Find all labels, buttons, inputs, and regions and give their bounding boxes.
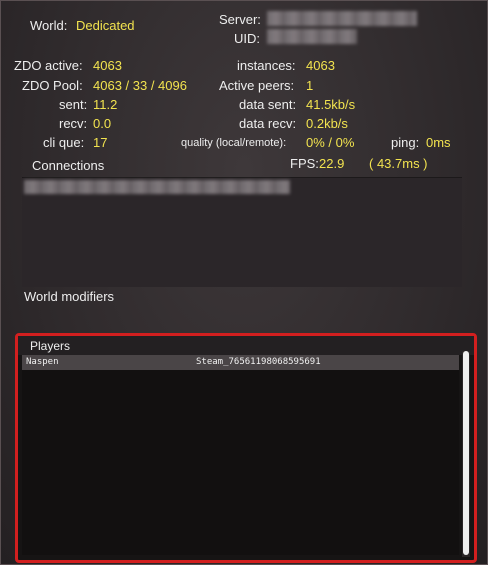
world-modifiers-title: World modifiers	[24, 289, 115, 304]
network-debug-panel: World: Dedicated Server: UID: ZDO active…	[0, 0, 488, 565]
zdo-active-label: ZDO active:	[14, 58, 83, 73]
players-scrollbar[interactable]	[462, 351, 470, 557]
quality-label: quality (local/remote):	[181, 137, 287, 149]
world-label: World:	[30, 18, 68, 33]
active-peers-value: 1	[306, 78, 314, 93]
recv-value: 0.0	[93, 116, 112, 131]
cli-que-label: cli que:	[43, 135, 85, 150]
server-label: Server:	[219, 12, 261, 27]
uid-label: UID:	[234, 31, 260, 46]
ping-value: 0ms	[426, 135, 451, 150]
sent-value: 11.2	[93, 97, 118, 112]
zdo-active-value: 4063	[93, 58, 122, 73]
connections-list	[22, 177, 462, 287]
active-peers-label: Active peers:	[219, 78, 295, 93]
sent-label: sent:	[59, 97, 88, 112]
connection-entry-redacted	[24, 180, 290, 194]
player-name: Naspen	[26, 357, 59, 367]
zdo-pool-value: 4063 / 33 / 4096	[93, 78, 187, 93]
zdo-pool-label: ZDO Pool:	[22, 78, 83, 93]
player-row[interactable]: Naspen Steam_76561198068595691	[22, 355, 459, 370]
ping-label: ping:	[391, 135, 420, 150]
fps-value: 22.9	[319, 156, 345, 171]
uid-redacted	[267, 29, 357, 44]
data-recv-value: 0.2kb/s	[306, 116, 348, 131]
players-header: Players	[18, 336, 474, 355]
cli-que-value: 17	[93, 135, 108, 150]
players-list: Naspen Steam_76561198068595691	[22, 355, 459, 555]
player-id: Steam_76561198068595691	[196, 357, 321, 367]
fps-label: FPS:	[290, 156, 319, 171]
connections-title: Connections	[32, 158, 105, 173]
scrollbar-thumb[interactable]	[463, 351, 469, 555]
recv-label: recv:	[59, 116, 88, 131]
instances-label: instances:	[237, 58, 296, 73]
server-name-redacted	[267, 11, 417, 26]
frame-time-value: ( 43.7ms )	[369, 156, 428, 171]
players-title: Players	[30, 339, 71, 353]
players-panel: Players Naspen Steam_76561198068595691	[15, 333, 477, 563]
data-recv-label: data recv:	[239, 116, 297, 131]
quality-value: 0% / 0%	[306, 135, 355, 150]
world-value: Dedicated	[76, 18, 135, 33]
instances-value: 4063	[306, 58, 335, 73]
data-sent-value: 41.5kb/s	[306, 97, 356, 112]
data-sent-label: data sent:	[239, 97, 297, 112]
